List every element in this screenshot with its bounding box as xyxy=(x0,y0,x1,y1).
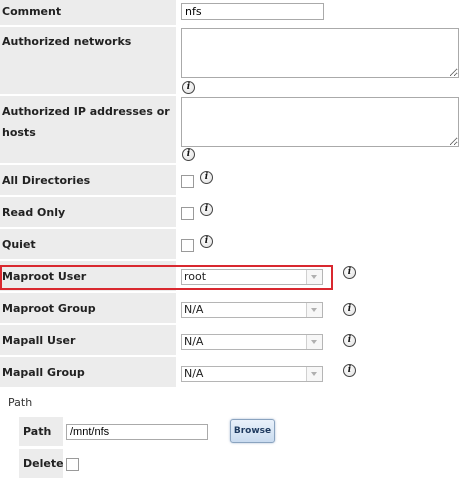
info-icon[interactable]: i xyxy=(200,171,213,184)
quiet-label: Quiet xyxy=(0,229,176,259)
maproot-group-row: Maproot Group N/A i xyxy=(0,293,474,323)
authorized-networks-textarea[interactable] xyxy=(181,28,459,78)
chevron-down-icon[interactable] xyxy=(306,303,322,317)
info-icon[interactable]: i xyxy=(200,235,213,248)
authorized-ips-row: Authorized IP addresses or hosts i xyxy=(0,96,474,163)
all-directories-row: All Directories i xyxy=(0,165,474,195)
delete-checkbox[interactable] xyxy=(66,458,79,471)
authorized-networks-row: Authorized networks i xyxy=(0,27,474,94)
mapall-group-value: N/A xyxy=(184,367,204,380)
info-icon[interactable]: i xyxy=(182,148,195,161)
mapall-user-label: Mapall User xyxy=(0,325,176,355)
mapall-user-row: Mapall User N/A i xyxy=(0,325,474,355)
chevron-down-icon[interactable] xyxy=(306,335,322,349)
comment-input[interactable] xyxy=(181,3,324,20)
mapall-group-select[interactable]: N/A xyxy=(181,366,323,382)
maproot-group-label: Maproot Group xyxy=(0,293,176,323)
mapall-group-row: Mapall Group N/A i xyxy=(0,357,474,387)
mapall-group-label: Mapall Group xyxy=(0,357,176,387)
mapall-user-select[interactable]: N/A xyxy=(181,334,323,350)
authorized-networks-label: Authorized networks xyxy=(0,27,176,94)
info-icon[interactable]: i xyxy=(343,364,356,377)
read-only-row: Read Only i xyxy=(0,197,474,227)
path-label: Path xyxy=(19,417,63,446)
paths-legend: Path xyxy=(8,396,33,409)
comment-label: Comment xyxy=(0,0,176,25)
authorized-ips-textarea[interactable] xyxy=(181,97,459,147)
highlight-box xyxy=(0,265,333,290)
info-icon[interactable]: i xyxy=(343,334,356,347)
comment-row: Comment xyxy=(0,0,474,25)
chevron-down-icon[interactable] xyxy=(306,367,322,381)
read-only-label: Read Only xyxy=(0,197,176,227)
info-icon[interactable]: i xyxy=(343,266,356,279)
maproot-group-select[interactable]: N/A xyxy=(181,302,323,318)
delete-label: Delete xyxy=(19,449,64,478)
all-directories-checkbox[interactable] xyxy=(181,175,194,188)
info-icon[interactable]: i xyxy=(343,303,356,316)
info-icon[interactable]: i xyxy=(200,203,213,216)
path-input[interactable] xyxy=(66,424,208,440)
all-directories-label: All Directories xyxy=(0,165,176,195)
quiet-row: Quiet i xyxy=(0,229,474,259)
read-only-checkbox[interactable] xyxy=(181,207,194,220)
quiet-checkbox[interactable] xyxy=(181,239,194,252)
mapall-user-value: N/A xyxy=(184,335,204,348)
info-icon[interactable]: i xyxy=(182,81,195,94)
maproot-group-value: N/A xyxy=(184,303,204,316)
browse-button[interactable]: Browse xyxy=(230,419,275,443)
authorized-ips-label: Authorized IP addresses or hosts xyxy=(0,96,176,163)
